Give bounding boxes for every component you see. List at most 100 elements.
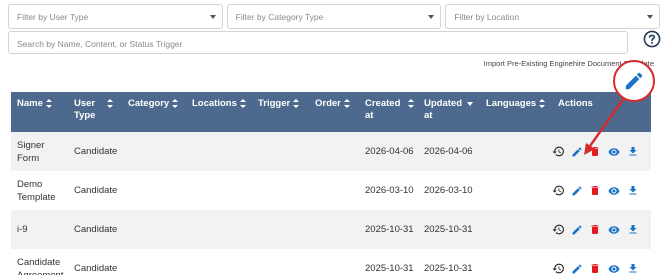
cell-updated-at: 2025-10-31: [424, 263, 473, 274]
download-icon[interactable]: [627, 223, 639, 236]
cell-updated-at: 2026-04-06: [424, 146, 473, 157]
filter-row: Filter by User Type Filter by Category T…: [8, 4, 661, 29]
column-label: Order: [315, 98, 341, 109]
cell-created-at: 2025-10-31: [365, 224, 414, 235]
history-icon[interactable]: [552, 262, 565, 275]
chevron-down-icon: [428, 15, 435, 19]
column-header-category[interactable]: Category: [122, 92, 186, 132]
cell-created-at: 2026-03-10: [365, 185, 414, 196]
table-body: Signer Form Candidate 2026-04-06 2026-04…: [11, 132, 651, 275]
column-label: User Type: [74, 98, 96, 121]
sort-icon: [343, 99, 350, 108]
cell-trigger: [252, 171, 309, 210]
cell-user-type: Candidate: [74, 263, 118, 274]
cell-locations: [186, 132, 252, 171]
cell-category: [122, 171, 186, 210]
table-row: Demo Template Candidate 2026-03-10 2026-…: [11, 171, 651, 210]
cell-locations: [186, 171, 252, 210]
cell-languages: [480, 210, 552, 249]
history-icon[interactable]: [552, 145, 565, 158]
column-header-user-type[interactable]: User Type: [68, 92, 122, 132]
cell-user-type: Candidate: [74, 146, 118, 157]
edit-pencil-icon[interactable]: [571, 146, 583, 158]
column-label: Locations: [192, 98, 237, 109]
cell-name: Demo Template: [17, 178, 56, 203]
view-eye-icon[interactable]: [607, 224, 621, 236]
table-header: Name User Type Category Locations Trigge…: [11, 92, 651, 132]
edit-pencil-icon[interactable]: [571, 185, 583, 197]
column-header-name[interactable]: Name: [11, 92, 68, 132]
column-label: Created at: [365, 98, 401, 121]
view-eye-icon[interactable]: [607, 146, 621, 158]
cell-name: Signer Form: [17, 139, 45, 164]
sort-icon: [539, 99, 546, 108]
download-icon[interactable]: [627, 184, 639, 197]
category-type-filter-label: Filter by Category Type: [235, 12, 324, 22]
cell-name: i-9: [17, 224, 28, 235]
delete-trash-icon[interactable]: [589, 262, 601, 275]
row-actions: [552, 132, 651, 171]
cell-languages: [480, 249, 552, 275]
column-label: Trigger: [258, 98, 291, 109]
location-filter-label: Filter by Location: [454, 12, 520, 22]
category-type-filter[interactable]: Filter by Category Type: [226, 4, 442, 29]
user-type-filter-label: Filter by User Type: [17, 12, 89, 22]
column-header-trigger[interactable]: Trigger: [252, 92, 309, 132]
column-header-updated-at[interactable]: Updated at: [418, 92, 480, 132]
column-label: Name: [17, 98, 43, 109]
search-input[interactable]: Search by Name, Content, or Status Trigg…: [8, 31, 628, 54]
table-row: Signer Form Candidate 2026-04-06 2026-04…: [11, 132, 651, 171]
view-eye-icon[interactable]: [607, 185, 621, 197]
cell-user-type: Candidate: [74, 224, 118, 235]
annotation-callout: [613, 60, 655, 102]
cell-created-at: 2025-10-31: [365, 263, 414, 274]
cell-updated-at: 2025-10-31: [424, 224, 473, 235]
cell-order: [309, 132, 359, 171]
cell-locations: [186, 249, 252, 275]
table-row: i-9 Candidate 2025-10-31 2025-10-31: [11, 210, 651, 249]
chevron-down-icon: [209, 15, 216, 19]
cell-category: [122, 249, 186, 275]
delete-trash-icon[interactable]: [589, 223, 601, 236]
column-header-languages[interactable]: Languages: [480, 92, 552, 132]
chevron-down-icon: [647, 15, 654, 19]
edit-pencil-icon: [625, 72, 643, 90]
cell-languages: [480, 171, 552, 210]
column-header-created-at[interactable]: Created at: [359, 92, 418, 132]
column-header-order[interactable]: Order: [309, 92, 359, 132]
row-actions: [552, 171, 651, 210]
column-header-locations[interactable]: Locations: [186, 92, 252, 132]
user-type-filter[interactable]: Filter by User Type: [8, 4, 223, 29]
location-filter[interactable]: Filter by Location: [445, 4, 661, 29]
sort-icon: [239, 99, 246, 108]
history-icon[interactable]: [552, 223, 565, 236]
column-label: Updated at: [424, 98, 462, 121]
cell-user-type: Candidate: [74, 185, 118, 196]
delete-trash-icon[interactable]: [589, 184, 601, 197]
download-icon[interactable]: [627, 145, 639, 158]
sort-icon: [293, 99, 300, 108]
search-placeholder: Search by Name, Content, or Status Trigg…: [17, 39, 183, 49]
cell-trigger: [252, 210, 309, 249]
row-actions: [552, 249, 651, 275]
help-icon[interactable]: [643, 30, 661, 48]
cell-order: [309, 210, 359, 249]
sort-desc-icon: [467, 102, 473, 106]
edit-pencil-icon[interactable]: [571, 224, 583, 236]
edit-pencil-icon[interactable]: [571, 263, 583, 275]
cell-name: Candidate Agreement: [17, 256, 64, 275]
cell-created-at: 2026-04-06: [365, 146, 414, 157]
sort-icon: [107, 99, 113, 108]
sort-icon: [408, 99, 414, 108]
cell-languages: [480, 132, 552, 171]
cell-order: [309, 249, 359, 275]
column-label: Actions: [558, 98, 593, 109]
cell-category: [122, 132, 186, 171]
cell-category: [122, 210, 186, 249]
row-actions: [552, 210, 651, 249]
history-icon[interactable]: [552, 184, 565, 197]
download-icon[interactable]: [627, 262, 639, 275]
view-eye-icon[interactable]: [607, 263, 621, 275]
delete-trash-icon[interactable]: [589, 145, 601, 158]
cell-order: [309, 171, 359, 210]
